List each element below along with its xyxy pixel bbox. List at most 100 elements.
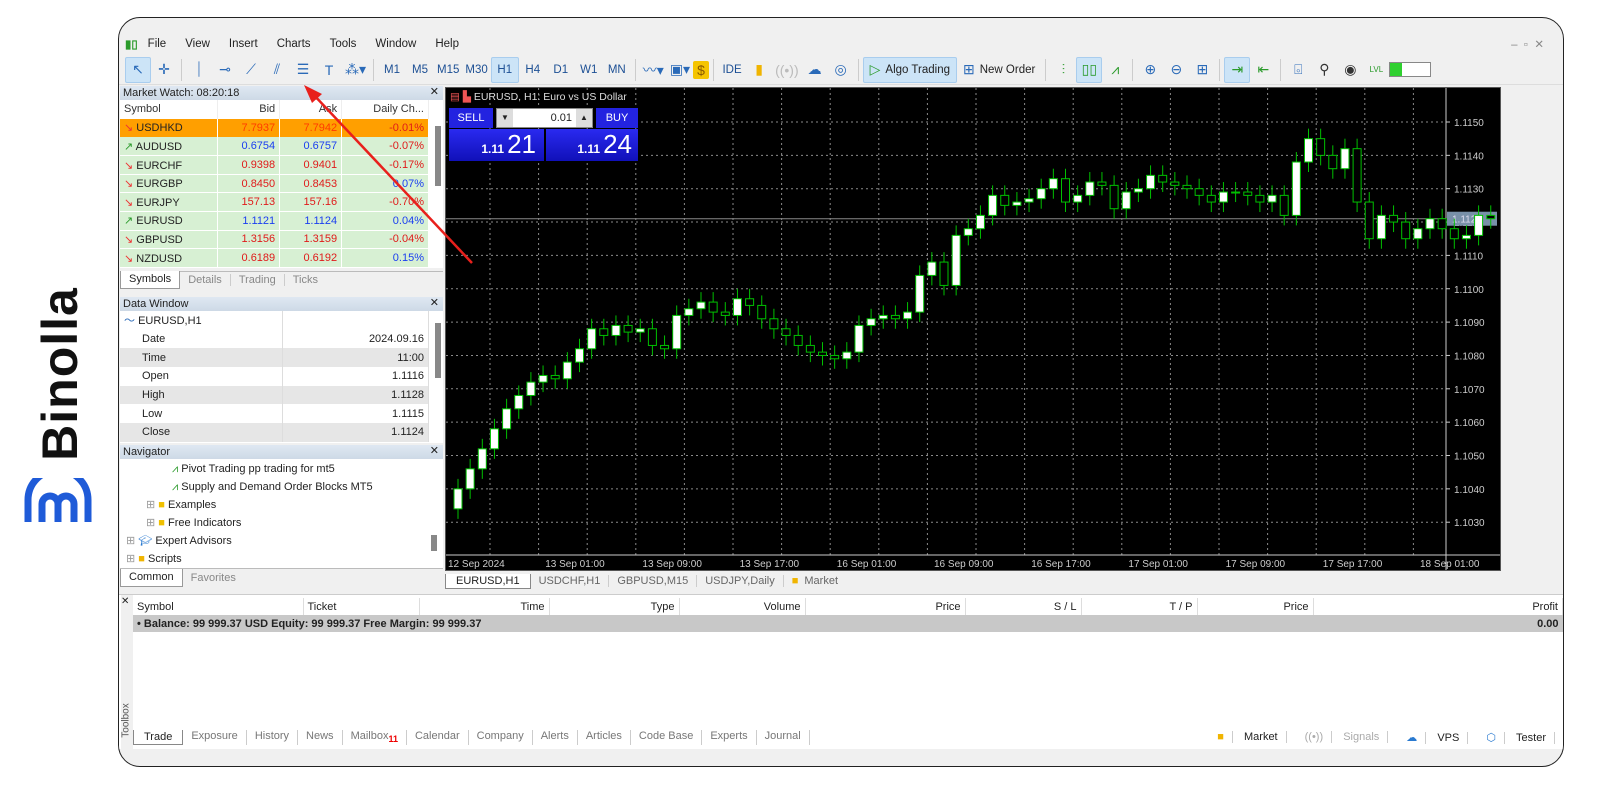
market-watch-row[interactable]: ↗ AUDUSD 0.6754 0.6757 -0.07% <box>120 137 429 157</box>
tab-symbols[interactable]: Symbols <box>120 271 181 290</box>
templates-icon[interactable]: ▣▾ <box>667 57 693 83</box>
horizontal-line-icon[interactable]: ⊸ <box>212 57 238 83</box>
tf-m30[interactable]: M30 <box>462 57 490 83</box>
scrollbar[interactable] <box>435 126 441 186</box>
chart-shift-icon[interactable]: ⇤ <box>1250 57 1276 83</box>
nav-expert-advisors[interactable]: ⊞ 🎓︎ Expert Advisors <box>120 532 443 550</box>
trend-line-icon[interactable]: ⟋ <box>238 57 264 83</box>
market-watch-row[interactable]: ↘ EURCHF 0.9398 0.9401 -0.17% <box>120 155 429 175</box>
signals-link[interactable]: ((•)) Signals <box>1296 730 1389 744</box>
zoom-in-icon[interactable]: ⊕ <box>1137 57 1163 83</box>
scrollbar[interactable] <box>435 323 441 378</box>
col-header[interactable]: Profit <box>1313 598 1563 615</box>
nav-item-indicator[interactable]: ⩘ Supply and Demand Order Blocks MT5 <box>120 478 443 496</box>
level-icon[interactable]: LVL <box>1363 57 1389 83</box>
menu-file[interactable]: File <box>148 38 167 50</box>
indicators-icon[interactable]: 〰▾ <box>640 57 667 83</box>
toolbox-tab[interactable]: Calendar <box>407 729 469 745</box>
col-header[interactable]: S / L <box>965 598 1082 615</box>
bar-chart-icon[interactable]: ⫶ <box>1050 57 1076 83</box>
col-bid[interactable]: Bid <box>217 100 281 119</box>
toolbox-tab[interactable]: Articles <box>578 729 631 745</box>
vertical-line-icon[interactable]: ⏐ <box>186 57 212 83</box>
col-header[interactable]: Price <box>1197 598 1314 615</box>
menu-charts[interactable]: Charts <box>277 38 311 50</box>
chart-tab-usdjpy[interactable]: USDJPY,Daily <box>697 575 784 587</box>
tf-m15[interactable]: M15 <box>434 57 462 83</box>
menu-view[interactable]: View <box>185 38 210 50</box>
shapes-icon[interactable]: ⁂▾ <box>342 57 369 83</box>
chart-tab-eurusd[interactable]: EURUSD,H1 <box>445 573 531 589</box>
col-header[interactable]: Volume <box>679 598 806 615</box>
algo-trading-button[interactable]: ▷ Algo Trading <box>862 56 957 83</box>
search-icon[interactable]: ⚲ <box>1311 57 1337 83</box>
toolbox-tab[interactable]: Mailbox11 <box>343 729 407 745</box>
zoom-out-icon[interactable]: ⊖ <box>1163 57 1189 83</box>
menu-help[interactable]: Help <box>435 38 459 50</box>
nav-scripts[interactable]: ⊞ ■ Scripts <box>120 550 443 568</box>
scrollbar[interactable] <box>431 535 437 551</box>
window-controls[interactable]: – ▫ ✕ <box>1511 37 1544 51</box>
expand-icon[interactable]: ⊞ <box>146 517 155 529</box>
new-order-button[interactable]: ⊞ New Order <box>957 57 1041 83</box>
fibonacci-icon[interactable]: ☰ <box>290 57 316 83</box>
market-watch-row[interactable]: ↗ EURUSD 1.1121 1.1124 0.04% <box>120 211 429 231</box>
market-watch-row[interactable]: ↘ USDHKD 7.7937 7.7942 -0.01% <box>120 118 429 138</box>
expand-icon[interactable]: ⊞ <box>146 499 155 511</box>
col-header[interactable]: Symbol <box>133 598 304 615</box>
tab-details[interactable]: Details <box>180 274 231 287</box>
col-header[interactable]: Ticket <box>303 598 420 615</box>
line-chart-icon[interactable]: ⩘ <box>1102 57 1128 83</box>
col-daily-change[interactable]: Daily Ch... <box>341 100 429 119</box>
dollar-icon[interactable]: $ <box>693 60 710 79</box>
menu-insert[interactable]: Insert <box>229 38 258 50</box>
buy-button[interactable]: BUY <box>596 108 638 128</box>
market-watch-row[interactable]: ↘ EURGBP 0.8450 0.8453 0.07% <box>120 174 429 194</box>
vps-link[interactable]: ☁ VPS <box>1398 731 1469 744</box>
col-ask[interactable]: Ask <box>279 100 343 119</box>
toolbox-tab[interactable]: Journal <box>757 729 810 745</box>
close-icon[interactable]: ✕ <box>430 444 439 458</box>
tf-m5[interactable]: M5 <box>406 57 434 83</box>
fingerprint-icon[interactable]: ◎ <box>828 57 854 83</box>
col-header[interactable]: T / P <box>1081 598 1198 615</box>
chart-tab-usdchf[interactable]: USDCHF,H1 <box>531 575 610 587</box>
signals-icon[interactable]: ((•)) <box>772 57 802 83</box>
toolbox-tab[interactable]: Experts <box>702 729 757 745</box>
tf-h4[interactable]: H4 <box>519 57 547 83</box>
toolbox-tab[interactable]: History <box>247 729 299 745</box>
candlestick-chart-icon[interactable]: ▯▯ <box>1076 56 1103 83</box>
close-icon[interactable]: ✕ <box>121 596 129 607</box>
tab-favorites[interactable]: Favorites <box>183 572 244 584</box>
toolbox-tab[interactable]: Company <box>469 729 533 745</box>
text-tool-icon[interactable]: T <box>316 57 342 83</box>
buy-price[interactable]: 1.11 24 <box>546 129 638 161</box>
close-icon[interactable]: ✕ <box>430 296 439 310</box>
tf-m1[interactable]: M1 <box>378 57 406 83</box>
channel-line-icon[interactable]: ⫽ <box>264 57 290 83</box>
col-header[interactable]: Type <box>549 598 680 615</box>
decrease-icon[interactable]: ▼ <box>497 109 513 127</box>
toolbox-tab[interactable]: Trade <box>133 729 184 745</box>
balance-row[interactable]: • Balance: 99 999.37 USD Equity: 99 999.… <box>133 615 1563 632</box>
tf-mn[interactable]: MN <box>603 57 631 83</box>
chart-area[interactable]: 1.11501.11401.11301.11201.11101.11001.10… <box>445 87 1501 571</box>
sell-price[interactable]: 1.11 21 <box>449 129 544 161</box>
col-header[interactable]: Time <box>419 598 550 615</box>
vps-cloud-icon[interactable]: ☁ <box>802 57 828 83</box>
toolbox-tab[interactable]: Alerts <box>533 729 578 745</box>
market-link[interactable]: ■ Market <box>1209 730 1287 744</box>
chart-tab-market[interactable]: Market <box>798 575 844 587</box>
lot-input[interactable]: 0.01 <box>513 112 576 124</box>
menu-tools[interactable]: Tools <box>330 38 357 50</box>
tile-windows-icon[interactable]: ⊞ <box>1189 57 1215 83</box>
increase-icon[interactable]: ▲ <box>576 109 592 127</box>
tab-ticks[interactable]: Ticks <box>285 274 326 286</box>
nav-folder-examples[interactable]: ⊞ ■ Examples <box>120 496 443 514</box>
expand-icon[interactable]: ⊞ <box>126 553 135 565</box>
toolbox-tab[interactable]: Code Base <box>631 729 703 745</box>
col-header[interactable]: Price <box>805 598 966 615</box>
close-icon[interactable]: ✕ <box>430 85 439 99</box>
lot-stepper[interactable]: ▼ 0.01 ▲ <box>496 108 593 128</box>
market-watch-row[interactable]: ↘ NZDUSD 0.6189 0.6192 0.15% <box>120 248 429 268</box>
